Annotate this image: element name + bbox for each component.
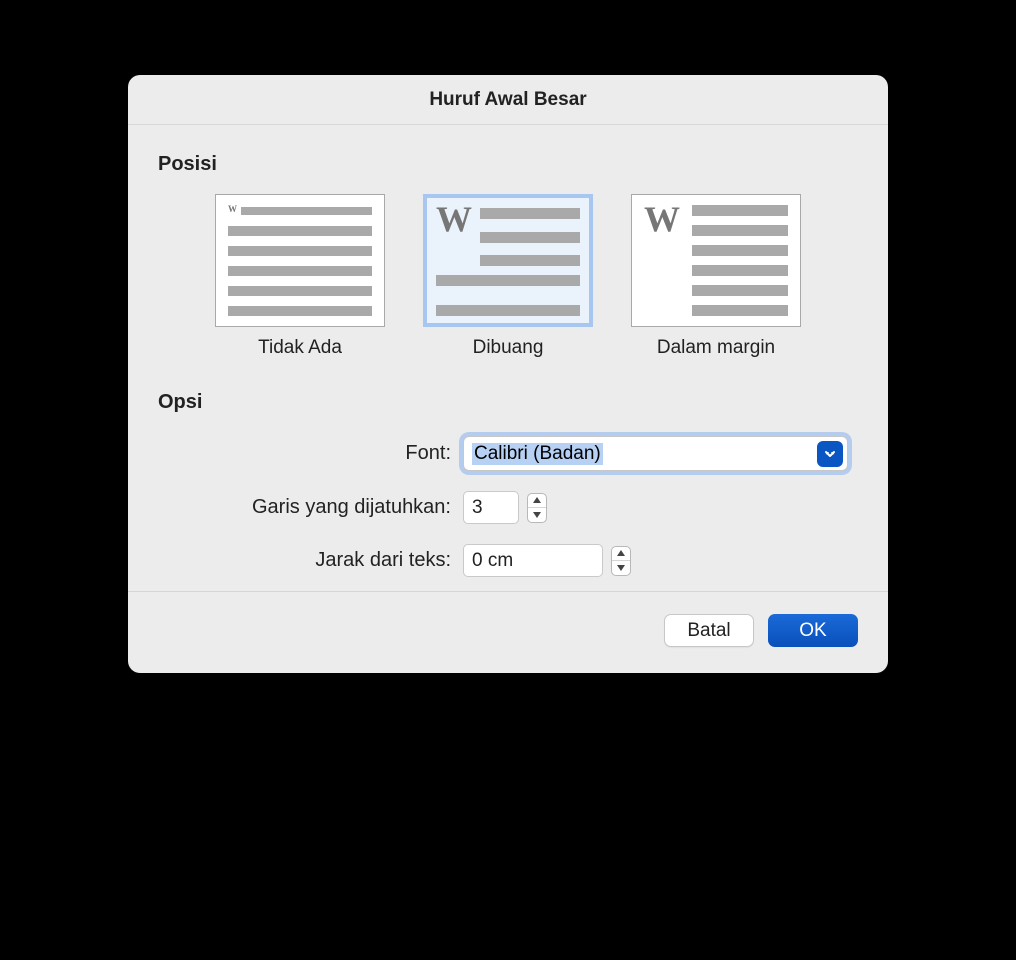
stepper-up-icon[interactable] — [528, 494, 546, 509]
font-combobox[interactable]: Calibri (Badan) — [463, 436, 848, 471]
position-label-margin: Dalam margin — [657, 337, 775, 359]
ok-button[interactable]: OK — [768, 614, 858, 647]
font-value: Calibri (Badan) — [472, 443, 603, 465]
thumb-dropped: W — [423, 194, 593, 327]
position-section-label: Posisi — [158, 153, 858, 176]
position-label-dropped: Dibuang — [473, 337, 544, 359]
thumb-none: W — [215, 194, 385, 327]
w-letter-icon: W — [228, 205, 237, 214]
options-section: Opsi Font: Calibri (Badan) Garis yang di… — [158, 391, 858, 577]
distance-stepper[interactable] — [611, 546, 631, 576]
font-row: Font: Calibri (Badan) — [158, 436, 858, 471]
stepper-down-icon[interactable] — [528, 508, 546, 522]
dialog-content: Posisi W Tidak Ada — [128, 125, 888, 577]
distance-input[interactable] — [463, 544, 603, 577]
dialog-title: Huruf Awal Besar — [128, 75, 888, 125]
lines-label: Garis yang dijatuhkan: — [158, 496, 463, 519]
drop-cap-dialog: Huruf Awal Besar Posisi W Tidak Ada — [128, 75, 888, 673]
lines-input[interactable] — [463, 491, 519, 524]
thumb-margin: W — [631, 194, 801, 327]
chevron-down-icon[interactable] — [817, 441, 843, 467]
position-options: W Tidak Ada W — [158, 194, 858, 359]
dialog-footer: Batal OK — [128, 591, 888, 673]
w-letter-icon: W — [436, 205, 472, 234]
position-option-none[interactable]: W Tidak Ada — [215, 194, 385, 359]
cancel-button[interactable]: Batal — [664, 614, 754, 647]
font-label: Font: — [158, 442, 463, 465]
lines-row: Garis yang dijatuhkan: — [158, 491, 858, 524]
lines-stepper[interactable] — [527, 493, 547, 523]
position-option-margin[interactable]: W Dalam margin — [631, 194, 801, 359]
distance-row: Jarak dari teks: — [158, 544, 858, 577]
position-option-dropped[interactable]: W Dibuang — [423, 194, 593, 359]
position-label-none: Tidak Ada — [258, 337, 342, 359]
distance-label: Jarak dari teks: — [158, 549, 463, 572]
stepper-up-icon[interactable] — [612, 547, 630, 562]
options-section-label: Opsi — [158, 391, 858, 414]
stepper-down-icon[interactable] — [612, 561, 630, 575]
w-letter-icon: W — [644, 205, 680, 234]
